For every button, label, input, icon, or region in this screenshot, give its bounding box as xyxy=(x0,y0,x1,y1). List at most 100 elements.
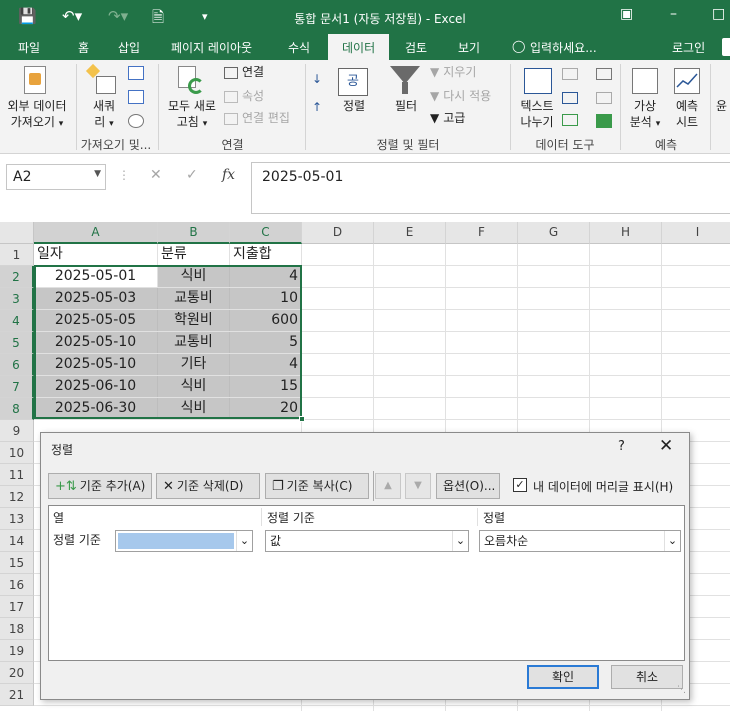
row-header[interactable]: 9 xyxy=(0,420,34,442)
select-all-corner[interactable] xyxy=(0,222,34,244)
new-query-button[interactable]: 새쿼 리 ▾ xyxy=(84,98,124,132)
sort-on-select[interactable]: 값 ⌄ xyxy=(265,530,469,552)
table-cell[interactable]: 2025-06-10 xyxy=(34,376,158,398)
row-header[interactable]: 17 xyxy=(0,596,34,618)
table-cell[interactable]: 4 xyxy=(230,354,302,376)
tab-page-layout[interactable]: 페이지 레이아웃 xyxy=(171,39,252,56)
move-down-button[interactable]: ▼ xyxy=(405,473,431,499)
insert-function-icon[interactable]: fx xyxy=(222,167,235,183)
row-header[interactable]: 12 xyxy=(0,486,34,508)
resize-grip-icon[interactable]: ⋱ xyxy=(677,685,686,695)
table-cell[interactable]: 5 xyxy=(230,332,302,354)
ribbon-display-icon[interactable]: ▣ xyxy=(620,6,633,22)
flash-fill-icon[interactable] xyxy=(562,68,578,80)
show-queries-icon[interactable] xyxy=(128,66,144,80)
table-cell[interactable]: 10 xyxy=(230,288,302,310)
row-header[interactable]: 8 xyxy=(0,398,34,420)
name-box[interactable]: A2 ▼ xyxy=(6,164,106,190)
column-header-g[interactable]: G xyxy=(518,222,590,244)
tell-me-input[interactable]: 입력하세요... xyxy=(530,39,597,56)
get-external-data-button[interactable]: 외부 데이터 가져오기 ▾ xyxy=(2,98,72,132)
connections-button[interactable]: 연결 xyxy=(224,64,264,80)
sort-descending-icon[interactable]: ↑ xyxy=(312,100,322,114)
tab-formulas[interactable]: 수식 xyxy=(288,39,310,56)
copy-level-button[interactable]: ❐ 기준 복사(C) xyxy=(265,473,369,499)
data-validation-icon[interactable] xyxy=(562,114,578,126)
chevron-down-icon[interactable]: ⌄ xyxy=(236,531,252,551)
clear-filter-button[interactable]: ▼ 지우기 xyxy=(430,64,476,80)
remove-duplicates-icon[interactable] xyxy=(562,92,578,104)
tab-view[interactable]: 보기 xyxy=(458,39,480,56)
column-header-a[interactable]: A xyxy=(34,222,158,244)
table-cell[interactable]: 2025-06-30 xyxy=(34,398,158,420)
table-cell[interactable]: 20 xyxy=(230,398,302,420)
forecast-sheet-button[interactable]: 예측 시트 xyxy=(668,98,706,130)
chevron-down-icon[interactable]: ⌄ xyxy=(664,531,680,551)
table-cell[interactable]: 식비 xyxy=(158,266,230,288)
header-cell-category[interactable]: 분류 xyxy=(158,244,230,266)
row-header[interactable]: 13 xyxy=(0,508,34,530)
from-table-icon[interactable] xyxy=(128,90,144,104)
formula-input[interactable]: 2025-05-01 xyxy=(251,162,730,214)
login-link[interactable]: 로그인 xyxy=(672,39,705,56)
advanced-filter-button[interactable]: ▼ 고급 xyxy=(430,110,465,126)
row-header[interactable]: 1 xyxy=(0,244,34,266)
text-to-columns-button[interactable]: 텍스트 나누기 xyxy=(514,98,560,130)
column-header-f[interactable]: F xyxy=(446,222,518,244)
order-select[interactable]: 오름차순 ⌄ xyxy=(479,530,681,552)
chevron-down-icon[interactable]: ▼ xyxy=(94,169,101,179)
close-icon[interactable]: ✕ xyxy=(659,436,673,456)
table-cell[interactable]: 식비 xyxy=(158,398,230,420)
add-level-button[interactable]: +⇅ 기준 추가(A) xyxy=(48,473,152,499)
fill-handle[interactable] xyxy=(299,416,305,422)
row-header[interactable]: 21 xyxy=(0,684,34,706)
row-header[interactable]: 3 xyxy=(0,288,34,310)
move-up-button[interactable]: ▲ xyxy=(375,473,401,499)
row-header[interactable]: 5 xyxy=(0,332,34,354)
row-header[interactable]: 16 xyxy=(0,574,34,596)
ok-button[interactable]: 확인 xyxy=(527,665,599,689)
sort-ascending-icon[interactable]: ↓ xyxy=(312,72,322,86)
tab-home[interactable]: 홈 xyxy=(78,39,89,56)
sort-button[interactable]: 정렬 xyxy=(336,98,372,114)
row-header[interactable]: 7 xyxy=(0,376,34,398)
edit-links-button[interactable]: 연결 편집 xyxy=(224,110,290,126)
refresh-all-button[interactable]: 모두 새로 고침 ▾ xyxy=(162,98,222,132)
maximize-icon[interactable]: □ xyxy=(712,6,725,22)
table-cell[interactable]: 교통비 xyxy=(158,332,230,354)
sort-column-select[interactable]: ⌄ xyxy=(115,530,253,552)
table-cell[interactable]: 2025-05-05 xyxy=(34,310,158,332)
column-header-i[interactable]: I xyxy=(662,222,730,244)
column-header-e[interactable]: E xyxy=(374,222,446,244)
chevron-down-icon[interactable]: ⌄ xyxy=(452,531,468,551)
filter-button[interactable]: 필터 xyxy=(386,98,426,114)
tab-file[interactable]: 파일 xyxy=(18,39,40,56)
properties-button[interactable]: 속성 xyxy=(224,88,264,104)
delete-level-button[interactable]: ✕ 기준 삭제(D) xyxy=(156,473,260,499)
row-header[interactable]: 14 xyxy=(0,530,34,552)
table-cell[interactable]: 학원비 xyxy=(158,310,230,332)
manage-data-model-icon[interactable] xyxy=(596,114,612,128)
row-header[interactable]: 18 xyxy=(0,618,34,640)
row-header[interactable]: 2 xyxy=(0,266,34,288)
share-icon[interactable] xyxy=(722,38,730,56)
table-cell[interactable]: 기타 xyxy=(158,354,230,376)
row-header[interactable]: 20 xyxy=(0,662,34,684)
cancel-entry-icon[interactable]: ✕ xyxy=(150,167,162,183)
table-cell[interactable]: 2025-05-01 xyxy=(34,266,158,288)
table-cell[interactable]: 2025-05-10 xyxy=(34,354,158,376)
row-header[interactable]: 15 xyxy=(0,552,34,574)
column-header-b[interactable]: B xyxy=(158,222,230,244)
has-headers-label[interactable]: 내 데이터에 머리글 표시(H) xyxy=(533,478,673,495)
row-header[interactable]: 10 xyxy=(0,442,34,464)
row-header[interactable]: 19 xyxy=(0,640,34,662)
has-headers-checkbox[interactable]: ✓ xyxy=(513,478,527,492)
table-cell[interactable]: 교통비 xyxy=(158,288,230,310)
header-cell-expense[interactable]: 지출합 xyxy=(230,244,302,266)
column-header-d[interactable]: D xyxy=(302,222,374,244)
column-header-c[interactable]: C xyxy=(230,222,302,244)
relationships-icon[interactable] xyxy=(596,92,612,104)
table-cell[interactable]: 2025-05-03 xyxy=(34,288,158,310)
options-button[interactable]: 옵션(O)... xyxy=(436,473,500,499)
table-cell[interactable]: 4 xyxy=(230,266,302,288)
